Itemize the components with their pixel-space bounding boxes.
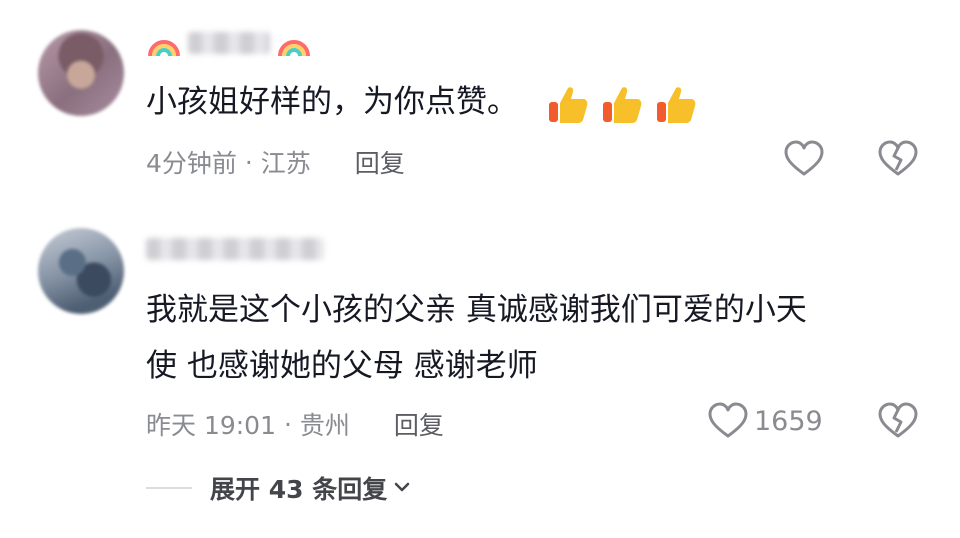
heart-icon [784, 140, 824, 178]
like-count: 1659 [754, 405, 823, 437]
broken-heart-icon [878, 140, 918, 178]
thumbs-up-icon [656, 86, 696, 123]
comment-time: 4分钟前 [146, 149, 237, 178]
comment-text: 小孩姐好样的，为你点赞。 [146, 74, 698, 130]
heart-icon [708, 402, 748, 440]
like-button[interactable] [784, 140, 824, 178]
dislike-button[interactable] [878, 140, 918, 178]
chevron-down-icon [393, 479, 411, 498]
thumbs-up-icon [548, 86, 588, 123]
reply-button[interactable]: 回复 [355, 144, 405, 180]
broken-heart-icon [878, 402, 918, 440]
thumbs-up-icon [602, 86, 642, 123]
meta-dot: · [236, 147, 261, 177]
comment-body: 小孩姐好样的，为你点赞。 [146, 84, 518, 120]
comment-text: 我就是这个小孩的父亲 真诚感谢我们可爱的小天 使 也感谢她的父母 感谢老师 [146, 282, 807, 394]
rainbow-icon [278, 40, 310, 57]
reply-button[interactable]: 回复 [394, 406, 444, 442]
expand-replies-label[interactable]: 展开 43 条回复 [210, 470, 387, 506]
dislike-button[interactable] [878, 402, 918, 440]
username-text [188, 32, 270, 54]
like-button[interactable]: 1659 [708, 402, 823, 440]
username-blurred[interactable] [146, 234, 324, 264]
comment-meta: 昨天 19:01 · 贵州 回复 [146, 406, 444, 442]
divider-line [146, 487, 192, 489]
avatar[interactable] [38, 228, 124, 314]
rainbow-icon [148, 40, 180, 57]
username-blurred[interactable] [146, 28, 312, 58]
comment-location: 贵州 [299, 411, 350, 440]
meta-dot: · [276, 409, 300, 439]
comment-location: 江苏 [260, 149, 311, 178]
comment-body-line-2: 使 也感谢她的父母 感谢老师 [146, 348, 538, 384]
comment-time: 昨天 19:01 [146, 411, 276, 440]
username-text [146, 238, 324, 260]
emoji-group [546, 82, 698, 126]
comment-meta: 4分钟前 · 江苏 回复 [146, 144, 405, 180]
avatar[interactable] [38, 30, 124, 116]
expand-replies[interactable]: 展开 43 条回复 [146, 470, 411, 506]
comment-body-line-1: 我就是这个小孩的父亲 真诚感谢我们可爱的小天 [146, 292, 807, 328]
